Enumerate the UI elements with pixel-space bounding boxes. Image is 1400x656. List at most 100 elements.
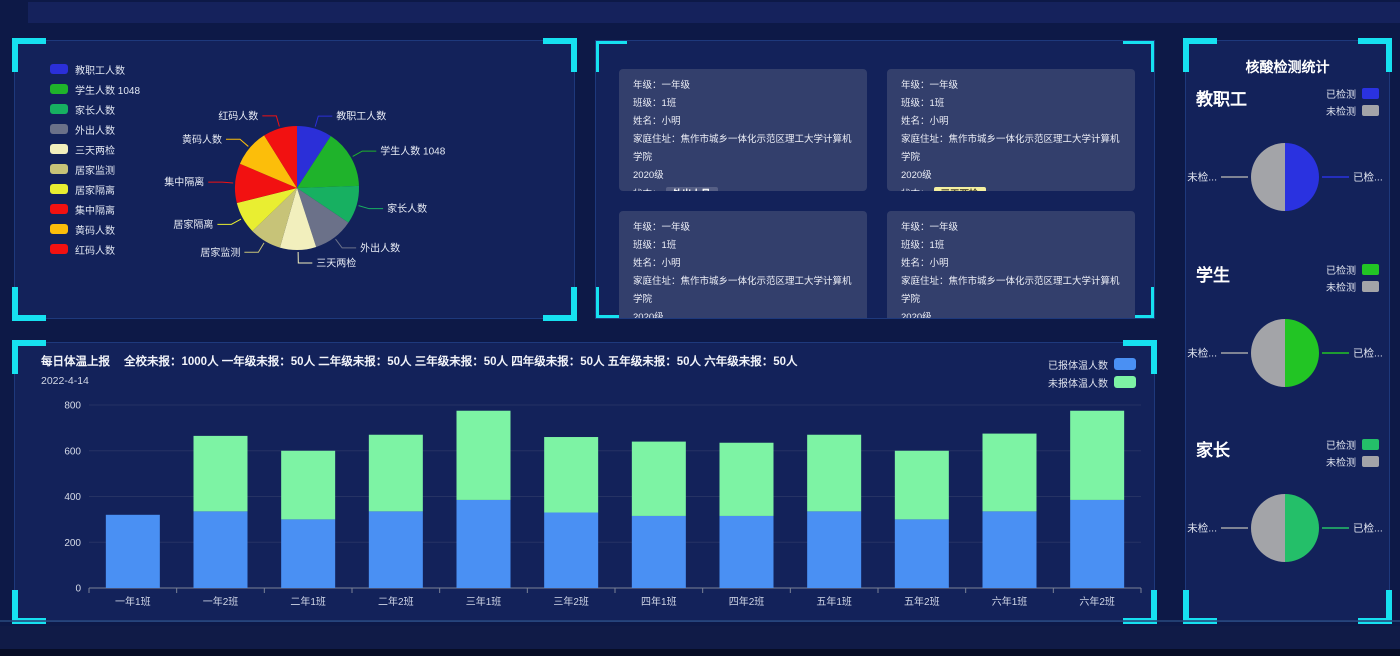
temperature-bar-chart: 0200400600800一年1班一年2班二年1班二年2班三年1班三年2班四年1…	[15, 343, 1156, 623]
bar-segment	[720, 516, 774, 588]
bar-segment	[720, 443, 774, 516]
legend-item[interactable]: 已检测	[1326, 261, 1379, 278]
bar-segment	[369, 435, 423, 512]
x-category-label: 四年1班	[641, 595, 677, 608]
pie-leader-line	[336, 239, 357, 248]
corner-bracket	[1358, 590, 1392, 624]
footer-strip	[0, 626, 1400, 656]
nucleic-title: 核酸检测统计	[1186, 57, 1389, 77]
mini-pie-chart: 未检... 已检...	[1186, 125, 1391, 229]
x-category-label: 一年2班	[203, 595, 239, 608]
legend-item[interactable]: 未检测	[1326, 102, 1379, 119]
legend-label: 已检测	[1326, 437, 1356, 452]
pie-label: 红码人数	[218, 109, 258, 122]
card-field: 班级：1班	[901, 95, 1121, 113]
bar-segment	[281, 519, 335, 588]
bar-segment	[457, 500, 511, 588]
bar-segment	[194, 436, 248, 511]
nucleic-legend: 已检测未检测	[1326, 261, 1379, 295]
mini-pie-label: 已检...	[1353, 347, 1383, 360]
bar-segment	[194, 511, 248, 588]
x-category-label: 二年1班	[290, 595, 326, 608]
status-badge: 三天两检	[934, 187, 986, 191]
nucleic-section-heading: 学生	[1196, 261, 1230, 286]
legend-swatch	[1362, 281, 1379, 292]
legend-label: 已检测	[1326, 262, 1356, 277]
panel-status-pie: 教职工人数学生人数 1048家长人数外出人数三天两检居家监测居家隔离集中隔离黄码…	[14, 40, 575, 319]
legend-label: 已检测	[1326, 86, 1356, 101]
top-strip	[28, 2, 1400, 23]
pie-label: 学生人数 1048	[380, 145, 445, 158]
pie-label: 集中隔离	[164, 176, 204, 189]
nucleic-section-head: 学生 已检测未检测	[1186, 261, 1391, 295]
mini-pie-label: 未检...	[1187, 347, 1217, 360]
x-category-label: 四年2班	[729, 595, 765, 608]
mini-pie-label: 已检...	[1353, 171, 1383, 184]
card-field: 年级：一年级	[901, 219, 1121, 237]
bar-segment	[983, 434, 1037, 512]
bar-segment	[544, 513, 598, 588]
y-tick-label: 200	[64, 538, 81, 549]
y-tick-label: 0	[75, 584, 81, 595]
card-field: 姓名：小明	[633, 255, 853, 273]
bar-segment	[106, 515, 160, 588]
x-category-label: 二年2班	[378, 595, 414, 608]
nucleic-section-heading: 教职工	[1196, 85, 1247, 110]
panel-temperature-report: 每日体温上报全校未报：1000人 一年级未报：50人 二年级未报：50人 三年级…	[14, 342, 1155, 622]
pie-label: 教职工人数	[336, 110, 386, 123]
status-badge: 外出人员	[666, 187, 718, 191]
bar-segment	[895, 451, 949, 520]
bar-segment	[457, 411, 511, 500]
card-field: 姓名：小明	[633, 113, 853, 131]
info-card: 年级：一年级班级：1班姓名：小明家庭住址：焦作市城乡一体化示范区理工大学计算机学…	[619, 69, 867, 191]
card-field: 班级：1班	[633, 95, 853, 113]
legend-swatch	[1362, 105, 1379, 116]
nucleic-legend: 已检测未检测	[1326, 85, 1379, 119]
mini-pie-chart: 未检...已检...	[1186, 476, 1391, 580]
pie-leader-line	[315, 116, 332, 127]
card-field: 姓名：小明	[901, 113, 1121, 131]
legend-label: 未检测	[1326, 103, 1356, 118]
corner-bracket	[1183, 590, 1217, 624]
legend-item[interactable]: 已检测	[1326, 85, 1379, 102]
pie-leader-line	[359, 206, 384, 209]
y-tick-label: 400	[64, 492, 81, 503]
status-pie-chart: 教职工人数学生人数 1048家长人数外出人数三天两检居家监测居家隔离集中隔离黄码…	[15, 41, 576, 318]
divider-glow	[0, 620, 1400, 622]
bar-segment	[895, 519, 949, 588]
pie-label: 居家监测	[200, 246, 240, 259]
legend-item[interactable]: 已检测	[1326, 436, 1379, 453]
x-category-label: 五年1班	[816, 595, 852, 608]
legend-swatch	[1362, 456, 1379, 467]
x-category-label: 三年1班	[466, 595, 502, 608]
legend-item[interactable]: 未检测	[1326, 278, 1379, 295]
pie-label: 居家隔离	[173, 218, 213, 231]
x-category-label: 六年2班	[1079, 595, 1115, 608]
bar-segment	[544, 437, 598, 512]
x-category-label: 五年2班	[904, 595, 940, 608]
bar-segment	[1070, 411, 1124, 500]
pie-leader-line	[244, 243, 264, 252]
mini-pie-label: 未检...	[1187, 171, 1217, 184]
card-field: 年级：一年级	[633, 77, 853, 95]
pie-leader-line	[217, 219, 241, 224]
panel-student-cards: 年级：一年级班级：1班姓名：小明家庭住址：焦作市城乡一体化示范区理工大学计算机学…	[595, 40, 1155, 319]
pie-label: 外出人数	[360, 241, 400, 254]
nucleic-section: 家长已检测未检测未检...已检...	[1186, 436, 1391, 580]
legend-item[interactable]: 未检测	[1326, 453, 1379, 470]
legend-swatch	[1362, 264, 1379, 275]
pie-leader-line	[208, 182, 233, 183]
bar-segment	[281, 451, 335, 520]
pie-label: 三天两检	[316, 256, 356, 269]
nucleic-section: 学生 已检测未检测未检... 已检...	[1186, 261, 1391, 405]
x-category-label: 三年2班	[553, 595, 589, 608]
info-card: 年级：一年级班级：1班姓名：小明家庭住址：焦作市城乡一体化示范区理工大学计算机学…	[887, 211, 1135, 319]
legend-label: 未检测	[1326, 454, 1356, 469]
card-field: 家庭住址：焦作市城乡一体化示范区理工大学计算机学院 2020级	[633, 131, 853, 185]
legend-label: 未检测	[1326, 279, 1356, 294]
mini-pie-label: 已检...	[1353, 522, 1383, 535]
card-status-label: 状态：	[633, 186, 662, 191]
bar-segment	[632, 442, 686, 516]
nucleic-section-head: 教职工 已检测未检测	[1186, 85, 1391, 119]
corner-bracket	[595, 40, 627, 72]
